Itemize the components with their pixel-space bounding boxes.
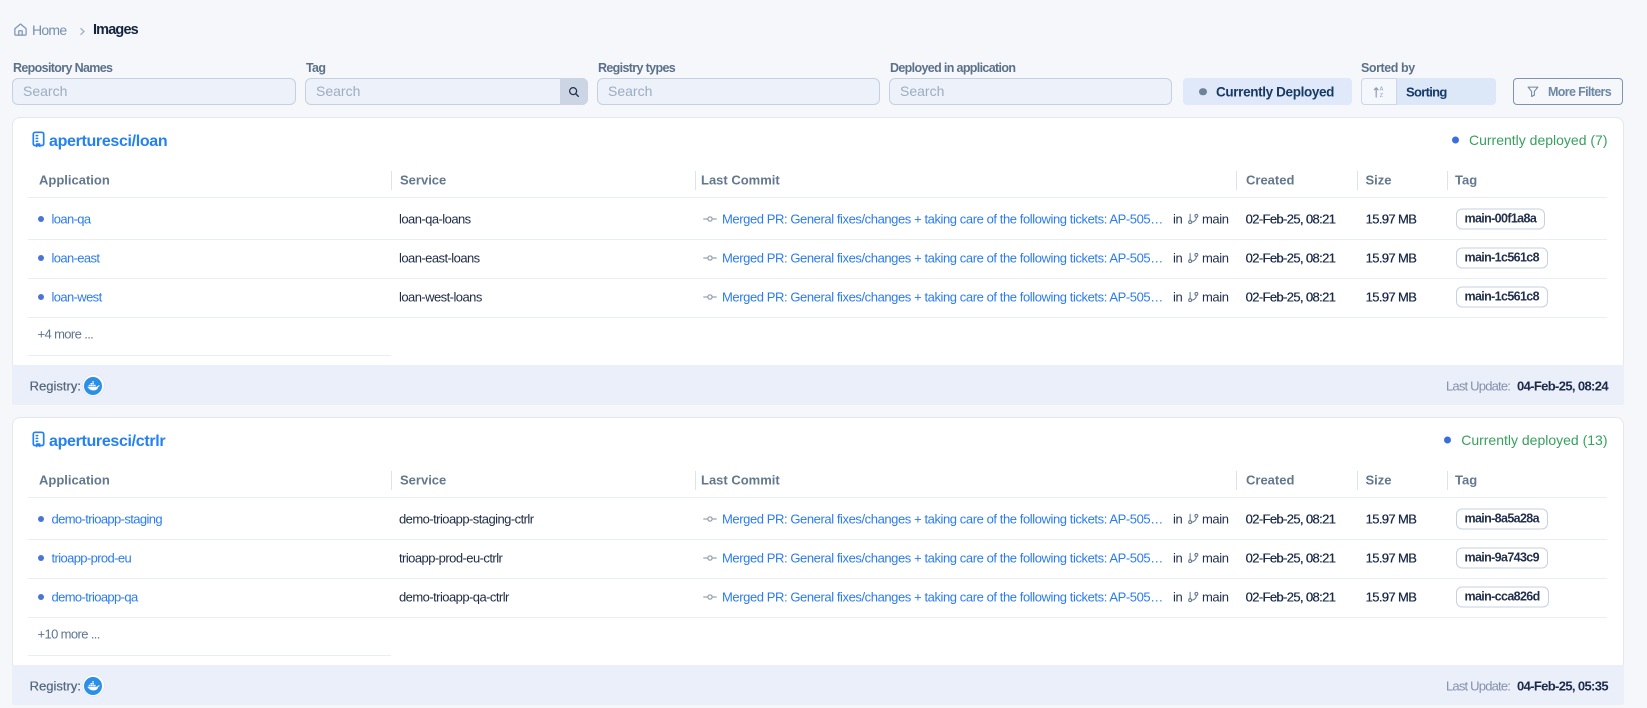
svg-text:A: A — [1380, 87, 1384, 93]
svg-text:Z: Z — [1380, 93, 1384, 99]
